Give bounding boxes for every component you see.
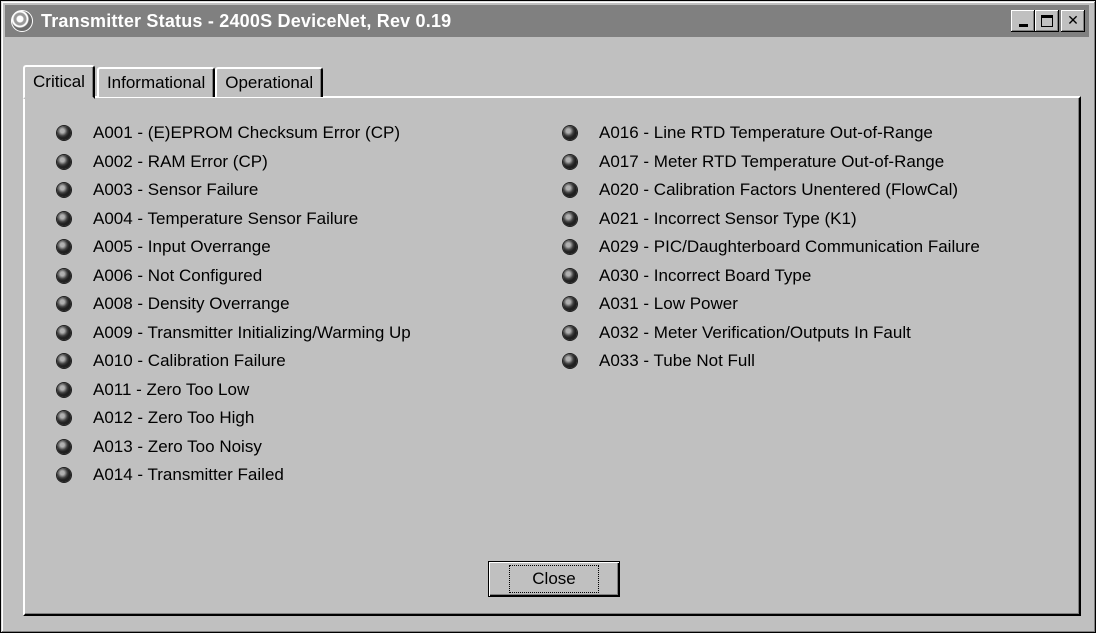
alarm-item: A014 - Transmitter Failed xyxy=(57,461,411,490)
window-title: Transmitter Status - 2400S DeviceNet, Re… xyxy=(41,10,452,31)
status-led-icon xyxy=(57,126,71,141)
status-led-icon xyxy=(563,126,577,141)
alarm-item: A002 - RAM Error (CP) xyxy=(57,148,411,177)
status-led-icon xyxy=(57,154,71,169)
status-led-icon xyxy=(57,382,71,397)
alarm-item: A013 - Zero Too Noisy xyxy=(57,433,411,462)
app-icon[interactable] xyxy=(11,10,33,32)
alarm-label: A012 - Zero Too High xyxy=(93,408,255,428)
alarm-item: A005 - Input Overrange xyxy=(57,233,411,262)
alarm-label: A011 - Zero Too Low xyxy=(93,379,250,399)
status-led-icon xyxy=(57,325,71,340)
alarm-item: A033 - Tube Not Full xyxy=(563,347,980,376)
maximize-icon xyxy=(1041,15,1053,27)
tab-operational[interactable]: Operational xyxy=(215,67,324,97)
alarm-item: A012 - Zero Too High xyxy=(57,404,411,433)
tab-informational[interactable]: Informational xyxy=(96,67,216,97)
status-led-icon xyxy=(57,268,71,283)
close-button[interactable]: Close xyxy=(488,561,620,597)
alarm-item: A010 - Calibration Failure xyxy=(57,347,411,376)
alarm-item: A009 - Transmitter Initializing/Warming … xyxy=(57,319,411,348)
status-led-icon xyxy=(563,240,577,255)
status-led-icon xyxy=(57,297,71,312)
alarm-label: A004 - Temperature Sensor Failure xyxy=(93,208,359,228)
alarm-label: A014 - Transmitter Failed xyxy=(93,465,284,485)
close-button-label: Close xyxy=(509,565,599,593)
status-led-icon xyxy=(563,325,577,340)
minimize-button[interactable] xyxy=(1011,10,1035,32)
status-led-icon xyxy=(57,411,71,426)
status-led-icon xyxy=(57,240,71,255)
alarm-item: A029 - PIC/Daughterboard Communication F… xyxy=(563,233,980,262)
status-led-icon xyxy=(57,439,71,454)
status-led-icon xyxy=(563,268,577,283)
alarm-list-left: A001 - (E)EPROM Checksum Error (CP) A002 … xyxy=(57,119,411,490)
close-icon: ✕ xyxy=(1067,13,1079,29)
minimize-icon xyxy=(1018,23,1028,27)
alarm-label: A010 - Calibration Failure xyxy=(93,351,286,371)
tab-critical[interactable]: Critical xyxy=(23,65,95,99)
status-led-icon xyxy=(57,183,71,198)
alarm-list-right: A016 - Line RTD Temperature Out-of-Range… xyxy=(563,119,980,376)
alarm-label: A013 - Zero Too Noisy xyxy=(93,436,262,456)
alarm-label: A016 - Line RTD Temperature Out-of-Range xyxy=(599,123,933,143)
alarm-item: A011 - Zero Too Low xyxy=(57,376,411,405)
alarm-item: A031 - Low Power xyxy=(563,290,980,319)
alarm-item: A017 - Meter RTD Temperature Out-of-Rang… xyxy=(563,148,980,177)
alarm-label: A005 - Input Overrange xyxy=(93,237,271,257)
alarm-item: A001 - (E)EPROM Checksum Error (CP) xyxy=(57,119,411,148)
alarm-item: A021 - Incorrect Sensor Type (K1) xyxy=(563,205,980,234)
alarm-label: A031 - Low Power xyxy=(599,294,738,314)
status-led-icon xyxy=(563,154,577,169)
alarm-label: A008 - Density Overrange xyxy=(93,294,290,314)
alarm-item: A016 - Line RTD Temperature Out-of-Range xyxy=(563,119,980,148)
alarm-label: A032 - Meter Verification/Outputs In Fau… xyxy=(599,322,911,342)
alarm-label: A001 - (E)EPROM Checksum Error (CP) xyxy=(93,123,400,143)
window-controls: ✕ xyxy=(1011,10,1085,32)
status-led-icon xyxy=(563,297,577,312)
alarm-item: A003 - Sensor Failure xyxy=(57,176,411,205)
alarm-label: A029 - PIC/Daughterboard Communication F… xyxy=(599,237,980,257)
status-led-icon xyxy=(563,183,577,198)
alarm-label: A033 - Tube Not Full xyxy=(599,351,755,371)
status-led-icon xyxy=(57,468,71,483)
alarm-item: A020 - Calibration Factors Unentered (Fl… xyxy=(563,176,980,205)
alarm-item: A008 - Density Overrange xyxy=(57,290,411,319)
alarm-item: A006 - Not Configured xyxy=(57,262,411,291)
alarm-item: A030 - Incorrect Board Type xyxy=(563,262,980,291)
alarm-item: A004 - Temperature Sensor Failure xyxy=(57,205,411,234)
status-led-icon xyxy=(57,211,71,226)
alarm-item: A032 - Meter Verification/Outputs In Fau… xyxy=(563,319,980,348)
alarm-label: A021 - Incorrect Sensor Type (K1) xyxy=(599,208,857,228)
alarm-label: A030 - Incorrect Board Type xyxy=(599,265,812,285)
alarm-label: A006 - Not Configured xyxy=(93,265,263,285)
maximize-button[interactable] xyxy=(1035,10,1059,32)
status-led-icon xyxy=(563,211,577,226)
alarm-label: A020 - Calibration Factors Unentered (Fl… xyxy=(599,180,959,200)
alarm-label: A017 - Meter RTD Temperature Out-of-Rang… xyxy=(599,151,945,171)
status-led-icon xyxy=(57,354,71,369)
alarm-label: A002 - RAM Error (CP) xyxy=(93,151,268,171)
close-window-button[interactable]: ✕ xyxy=(1061,10,1085,32)
status-led-icon xyxy=(563,354,577,369)
transmitter-status-window: Transmitter Status - 2400S DeviceNet, Re… xyxy=(0,0,1096,633)
alarm-label: A003 - Sensor Failure xyxy=(93,180,259,200)
title-bar[interactable]: Transmitter Status - 2400S DeviceNet, Re… xyxy=(5,5,1089,37)
alarm-label: A009 - Transmitter Initializing/Warming … xyxy=(93,322,411,342)
tab-strip: Critical Informational Operational xyxy=(23,63,324,99)
